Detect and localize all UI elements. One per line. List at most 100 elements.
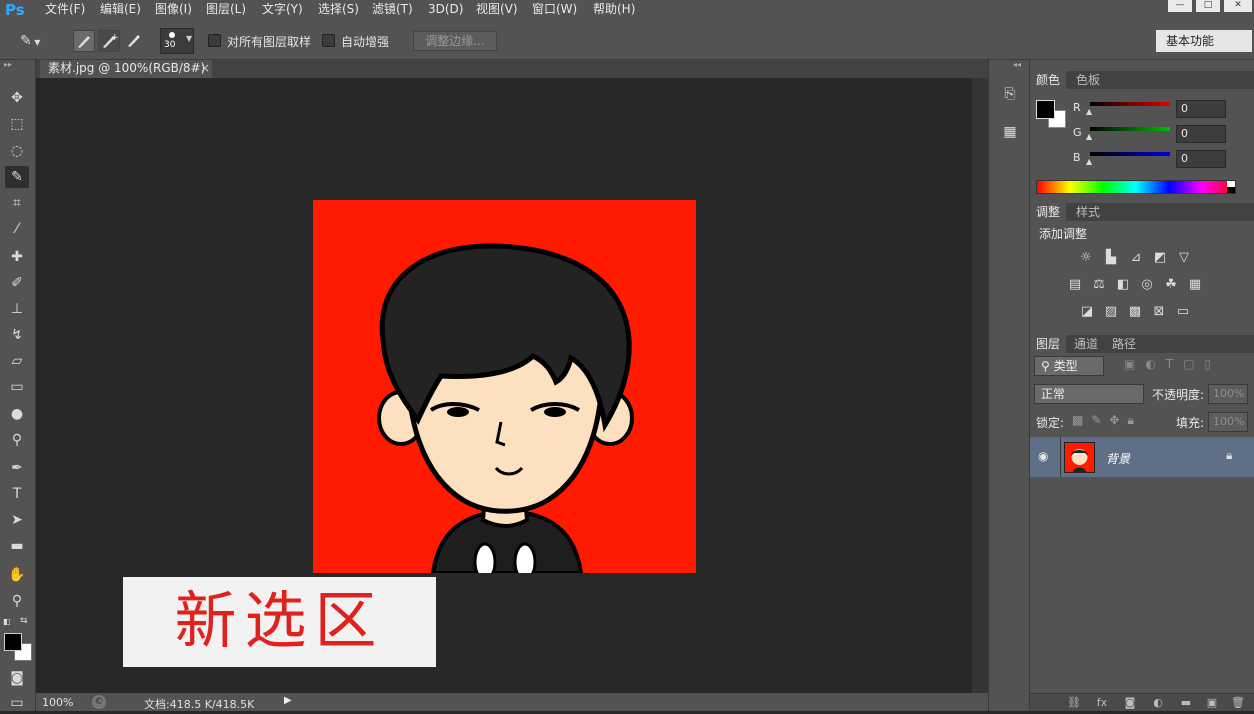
new-selection-button[interactable] xyxy=(73,30,95,52)
clone-stamp-tool-icon[interactable]: ⊥ xyxy=(5,298,29,320)
tab-adjustments[interactable]: 调整 xyxy=(1030,203,1067,221)
sample-all-layers-checkbox[interactable] xyxy=(208,34,221,47)
color-lookup-icon[interactable]: ▦ xyxy=(1186,277,1204,293)
collapse-icon[interactable]: ◂◂ xyxy=(1013,60,1021,69)
close-tab-icon[interactable]: × xyxy=(200,60,210,77)
fill-input[interactable]: 100% xyxy=(1208,412,1248,432)
type-tool-icon[interactable]: T xyxy=(5,483,29,505)
healing-brush-tool-icon[interactable]: ✚ xyxy=(5,246,29,268)
new-group-icon[interactable]: ▬ xyxy=(1176,694,1196,712)
tool-preset-picker[interactable]: ✎ ▼ xyxy=(20,31,56,51)
menu-view[interactable]: 视图(V) xyxy=(476,0,518,22)
menu-image[interactable]: 图像(I) xyxy=(155,0,192,22)
marquee-tool-icon[interactable]: ⬚ xyxy=(5,113,29,135)
tab-channels[interactable]: 通道 xyxy=(1068,335,1104,353)
close-button[interactable]: ✕ xyxy=(1224,0,1252,12)
document-image[interactable] xyxy=(313,200,696,573)
tab-layers[interactable]: 图层 xyxy=(1030,335,1067,353)
channel-mixer-icon[interactable]: ☘ xyxy=(1162,277,1180,293)
tab-swatches[interactable]: 色板 xyxy=(1070,71,1106,89)
status-menu-arrow-icon[interactable]: ▶ xyxy=(284,695,292,706)
subtract-from-selection-button[interactable]: - xyxy=(124,30,146,52)
brush-size-picker[interactable]: 30 ▼ xyxy=(160,28,194,54)
levels-icon[interactable]: ▙ xyxy=(1102,250,1120,266)
curves-icon[interactable]: ⊿ xyxy=(1127,250,1145,266)
channel-g-slider[interactable] xyxy=(1090,127,1170,131)
lock-options-icons[interactable]: ▩✎✥🔒︎ xyxy=(1072,413,1142,428)
hand-tool-icon[interactable]: ✋ xyxy=(5,564,29,586)
hue-saturation-icon[interactable]: ▤ xyxy=(1066,277,1084,293)
color-balance-icon[interactable]: ⚖ xyxy=(1090,277,1108,293)
gradient-map-icon[interactable]: ▭ xyxy=(1174,304,1192,320)
status-info-icon[interactable]: © xyxy=(92,695,106,709)
slider-thumb-icon[interactable]: ▲ xyxy=(1086,107,1092,116)
layer-filter-icons[interactable]: ▣◐T▢▯ xyxy=(1124,357,1221,371)
tab-styles[interactable]: 样式 xyxy=(1070,203,1106,221)
new-adjustment-layer-icon[interactable]: ◐ xyxy=(1148,694,1168,712)
new-layer-icon[interactable]: ▣ xyxy=(1202,694,1222,712)
channel-b-slider[interactable] xyxy=(1090,152,1170,156)
photo-filter-icon[interactable]: ◎ xyxy=(1138,277,1156,293)
vertical-scrollbar[interactable] xyxy=(972,78,988,693)
history-panel-icon[interactable]: ⎘ xyxy=(994,80,1026,108)
black-white-icon[interactable]: ◧ xyxy=(1114,277,1132,293)
spectrum-black-chip[interactable] xyxy=(1227,187,1235,193)
posterize-icon[interactable]: ▨ xyxy=(1102,304,1120,320)
crop-tool-icon[interactable]: ⌗ xyxy=(5,192,29,214)
minimize-button[interactable]: — xyxy=(1168,0,1192,12)
document-tab[interactable]: 素材.jpg @ 100%(RGB/8#) × xyxy=(40,60,212,78)
quick-selection-tool-icon[interactable]: ✎ xyxy=(5,166,29,188)
eyedropper-tool-icon[interactable]: ⁄ xyxy=(5,218,29,240)
channel-g-input[interactable]: 0 xyxy=(1176,125,1226,143)
channel-r-input[interactable]: 0 xyxy=(1176,100,1226,118)
eye-visibility-icon[interactable]: ◉ xyxy=(1038,449,1048,463)
zoom-tool-icon[interactable]: ⚲ xyxy=(5,590,29,612)
tab-paths[interactable]: 路径 xyxy=(1106,335,1142,353)
panel-foreground-swatch[interactable] xyxy=(1036,100,1055,119)
brush-tool-icon[interactable]: ✐ xyxy=(5,272,29,294)
history-brush-tool-icon[interactable]: ↯ xyxy=(5,324,29,346)
menu-filter[interactable]: 滤镜(T) xyxy=(372,0,413,22)
color-spectrum-bar[interactable] xyxy=(1036,180,1236,194)
workspace-switcher[interactable]: 基本功能 xyxy=(1156,30,1252,52)
refine-edge-button[interactable]: 调整边缘... xyxy=(413,31,497,51)
channel-r-slider[interactable] xyxy=(1090,102,1170,106)
blend-mode-select[interactable]: 正常 xyxy=(1034,384,1144,404)
auto-enhance-checkbox[interactable] xyxy=(322,34,335,47)
blur-tool-icon[interactable]: ● xyxy=(5,403,29,425)
add-mask-icon[interactable]: ◙ xyxy=(1120,694,1140,712)
slider-thumb-icon[interactable]: ▲ xyxy=(1086,132,1092,141)
add-to-selection-button[interactable]: + xyxy=(98,30,120,52)
menu-select[interactable]: 选择(S) xyxy=(318,0,359,22)
brightness-contrast-icon[interactable]: ☼ xyxy=(1077,250,1095,266)
opacity-input[interactable]: 100% xyxy=(1208,384,1248,404)
delete-layer-icon[interactable]: 🗑︎ xyxy=(1228,694,1248,712)
eraser-tool-icon[interactable]: ▱ xyxy=(5,350,29,372)
menu-edit[interactable]: 编辑(E) xyxy=(100,0,141,22)
layer-row[interactable]: ◉ 背景 🔒︎ xyxy=(1030,437,1254,477)
gradient-tool-icon[interactable]: ▭ xyxy=(5,376,29,398)
foreground-color-swatch[interactable] xyxy=(4,633,22,651)
layer-thumbnail[interactable] xyxy=(1064,442,1095,473)
threshold-icon[interactable]: ▩ xyxy=(1126,304,1144,320)
link-layers-icon[interactable]: ⛓ xyxy=(1064,694,1084,712)
invert-icon[interactable]: ◪ xyxy=(1078,304,1096,320)
collapse-icon[interactable]: ▸▸ xyxy=(4,60,12,69)
slider-thumb-icon[interactable]: ▲ xyxy=(1086,157,1092,166)
layer-style-fx-icon[interactable]: fx xyxy=(1092,694,1112,712)
lasso-tool-icon[interactable]: ◌ xyxy=(5,140,29,162)
exposure-icon[interactable]: ◩ xyxy=(1151,250,1169,266)
quick-mask-icon[interactable]: ◙ xyxy=(5,667,29,689)
default-colors-icon[interactable]: ◧ xyxy=(3,617,13,627)
swap-colors-icon[interactable]: ⇆ xyxy=(20,616,30,626)
pen-tool-icon[interactable]: ✒ xyxy=(5,457,29,479)
selective-color-icon[interactable]: ⊠ xyxy=(1150,304,1168,320)
rectangle-tool-icon[interactable]: ▬ xyxy=(5,535,29,557)
tab-color[interactable]: 颜色 xyxy=(1030,71,1067,89)
vibrance-icon[interactable]: ▽ xyxy=(1175,250,1193,266)
maximize-button[interactable]: □ xyxy=(1196,0,1220,12)
menu-3d[interactable]: 3D(D) xyxy=(428,0,463,22)
path-selection-tool-icon[interactable]: ➤ xyxy=(5,509,29,531)
menu-layer[interactable]: 图层(L) xyxy=(206,0,246,22)
layer-filter-select[interactable]: ⚲ 类型 xyxy=(1034,356,1104,376)
